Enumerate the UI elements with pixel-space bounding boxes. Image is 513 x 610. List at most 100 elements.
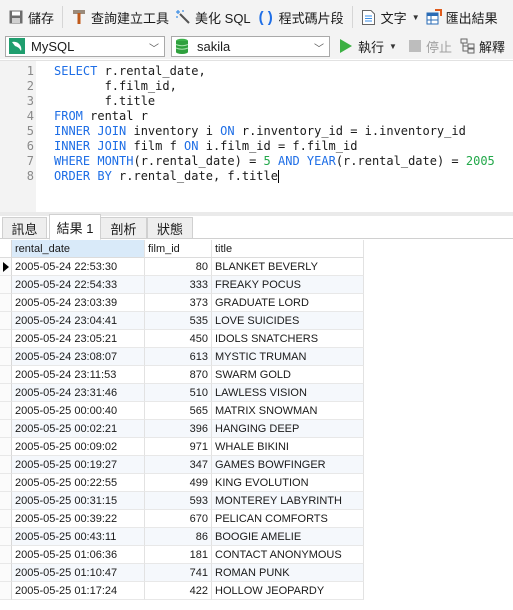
column-header-rental-date[interactable]: rental_date — [12, 240, 145, 258]
cell-title[interactable]: SWARM GOLD — [212, 366, 364, 384]
cell-title[interactable]: MATRIX SNOWMAN — [212, 402, 364, 420]
cell-title[interactable]: MYSTIC TRUMAN — [212, 348, 364, 366]
table-row[interactable]: 2005-05-25 00:31:15 593 MONTEREY LABYRINTH — [0, 492, 364, 510]
row-indicator[interactable] — [0, 384, 12, 402]
code-line[interactable]: 8 ORDER BY r.rental_date, f.title — [0, 169, 495, 184]
cell-rental-date[interactable]: 2005-05-24 23:31:46 — [12, 384, 145, 402]
cell-rental-date[interactable]: 2005-05-25 00:19:27 — [12, 456, 145, 474]
row-indicator[interactable] — [0, 420, 12, 438]
code-snippet-button[interactable]: ( ) 程式碼片段 — [254, 5, 347, 29]
row-indicator[interactable] — [0, 492, 12, 510]
cell-film-id[interactable]: 870 — [145, 366, 212, 384]
cell-title[interactable]: BLANKET BEVERLY — [212, 258, 364, 276]
tab-result-1[interactable]: 結果 1 — [49, 214, 101, 240]
cell-rental-date[interactable]: 2005-05-25 00:43:11 — [12, 528, 145, 546]
table-row[interactable]: 2005-05-24 22:53:30 80 BLANKET BEVERLY — [0, 258, 364, 276]
table-row[interactable]: 2005-05-25 00:09:02 971 WHALE BIKINI — [0, 438, 364, 456]
table-row[interactable]: 2005-05-25 00:00:40 565 MATRIX SNOWMAN — [0, 402, 364, 420]
row-indicator[interactable] — [0, 582, 12, 600]
tab-messages[interactable]: 訊息 — [2, 217, 47, 239]
export-results-button[interactable]: 匯出結果 — [423, 5, 501, 29]
cell-title[interactable]: IDOLS SNATCHERS — [212, 330, 364, 348]
table-row[interactable]: 2005-05-25 00:19:27 347 GAMES BOWFINGER — [0, 456, 364, 474]
cell-rental-date[interactable]: 2005-05-25 00:22:55 — [12, 474, 145, 492]
cell-title[interactable]: WHALE BIKINI — [212, 438, 364, 456]
code-line[interactable]: 2 f.film_id, — [0, 79, 495, 94]
table-row[interactable]: 2005-05-25 00:43:11 86 BOOGIE AMELIE — [0, 528, 364, 546]
cell-title[interactable]: GAMES BOWFINGER — [212, 456, 364, 474]
code-line[interactable]: 4 FROM rental r — [0, 109, 495, 124]
row-indicator[interactable] — [0, 402, 12, 420]
cell-rental-date[interactable]: 2005-05-24 22:53:30 — [12, 258, 145, 276]
row-indicator[interactable] — [0, 276, 12, 294]
cell-title[interactable]: PELICAN COMFORTS — [212, 510, 364, 528]
cell-film-id[interactable]: 593 — [145, 492, 212, 510]
table-row[interactable]: 2005-05-24 22:54:33 333 FREAKY POCUS — [0, 276, 364, 294]
row-indicator[interactable] — [0, 528, 12, 546]
cell-rental-date[interactable]: 2005-05-24 23:04:41 — [12, 312, 145, 330]
cell-film-id[interactable]: 347 — [145, 456, 212, 474]
cell-film-id[interactable]: 510 — [145, 384, 212, 402]
cell-film-id[interactable]: 535 — [145, 312, 212, 330]
cell-rental-date[interactable]: 2005-05-25 00:09:02 — [12, 438, 145, 456]
cell-film-id[interactable]: 86 — [145, 528, 212, 546]
table-row[interactable]: 2005-05-25 00:22:55 499 KING EVOLUTION — [0, 474, 364, 492]
table-row[interactable]: 2005-05-25 01:10:47 741 ROMAN PUNK — [0, 564, 364, 582]
explain-button[interactable]: 解釋 — [460, 37, 505, 56]
table-row[interactable]: 2005-05-24 23:08:07 613 MYSTIC TRUMAN — [0, 348, 364, 366]
cell-title[interactable]: FREAKY POCUS — [212, 276, 364, 294]
table-row[interactable]: 2005-05-25 01:06:36 181 CONTACT ANONYMOUS — [0, 546, 364, 564]
dropdown-arrow-icon[interactable]: ▼ — [412, 13, 420, 22]
cell-rental-date[interactable]: 2005-05-25 00:39:22 — [12, 510, 145, 528]
cell-title[interactable]: KING EVOLUTION — [212, 474, 364, 492]
cell-title[interactable]: GRADUATE LORD — [212, 294, 364, 312]
query-builder-button[interactable]: 查詢建立工具 — [68, 5, 172, 29]
cell-film-id[interactable]: 373 — [145, 294, 212, 312]
cell-title[interactable]: HANGING DEEP — [212, 420, 364, 438]
cell-title[interactable]: ROMAN PUNK — [212, 564, 364, 582]
cell-rental-date[interactable]: 2005-05-24 23:11:53 — [12, 366, 145, 384]
cell-film-id[interactable]: 499 — [145, 474, 212, 492]
row-indicator[interactable] — [0, 546, 12, 564]
code-line[interactable]: 5 INNER JOIN inventory i ON r.inventory_i… — [0, 124, 495, 139]
cell-film-id[interactable]: 565 — [145, 402, 212, 420]
run-button[interactable]: 執行 ▼ — [338, 37, 399, 56]
row-indicator[interactable] — [0, 258, 12, 276]
beautify-sql-button[interactable]: 美化 SQL — [172, 5, 254, 29]
cell-title[interactable]: LOVE SUICIDES — [212, 312, 364, 330]
cell-title[interactable]: MONTEREY LABYRINTH — [212, 492, 364, 510]
code-line[interactable]: 7 WHERE MONTH(r.rental_date) = 5 AND YEAR… — [0, 154, 495, 169]
cell-rental-date[interactable]: 2005-05-24 22:54:33 — [12, 276, 145, 294]
row-indicator[interactable] — [0, 474, 12, 492]
table-row[interactable]: 2005-05-25 01:17:24 422 HOLLOW JEOPARDY — [0, 582, 364, 600]
row-indicator[interactable] — [0, 330, 12, 348]
cell-rental-date[interactable]: 2005-05-25 01:17:24 — [12, 582, 145, 600]
row-indicator[interactable] — [0, 564, 12, 582]
cell-rental-date[interactable]: 2005-05-24 23:03:39 — [12, 294, 145, 312]
cell-film-id[interactable]: 741 — [145, 564, 212, 582]
table-row[interactable]: 2005-05-25 00:02:21 396 HANGING DEEP — [0, 420, 364, 438]
text-mode-button[interactable]: 文字 ▼ — [358, 5, 423, 29]
cell-title[interactable]: BOOGIE AMELIE — [212, 528, 364, 546]
cell-film-id[interactable]: 613 — [145, 348, 212, 366]
row-indicator[interactable] — [0, 456, 12, 474]
stop-button[interactable]: 停止 — [408, 37, 452, 56]
table-row[interactable]: 2005-05-24 23:31:46 510 LAWLESS VISION — [0, 384, 364, 402]
code-line[interactable]: 6 INNER JOIN film f ON i.film_id = f.film… — [0, 139, 495, 154]
cell-film-id[interactable]: 422 — [145, 582, 212, 600]
table-row[interactable]: 2005-05-24 23:04:41 535 LOVE SUICIDES — [0, 312, 364, 330]
row-indicator[interactable] — [0, 510, 12, 528]
cell-rental-date[interactable]: 2005-05-24 23:08:07 — [12, 348, 145, 366]
cell-film-id[interactable]: 396 — [145, 420, 212, 438]
table-row[interactable]: 2005-05-24 23:05:21 450 IDOLS SNATCHERS — [0, 330, 364, 348]
cell-title[interactable]: LAWLESS VISION — [212, 384, 364, 402]
tab-status[interactable]: 狀態 — [147, 217, 193, 239]
connection-select[interactable]: MySQL ﹀ — [5, 35, 165, 57]
row-indicator[interactable] — [0, 366, 12, 384]
code-line[interactable]: 3 f.title — [0, 94, 495, 109]
cell-title[interactable]: CONTACT ANONYMOUS — [212, 546, 364, 564]
cell-rental-date[interactable]: 2005-05-24 23:05:21 — [12, 330, 145, 348]
column-header-title[interactable]: title — [212, 240, 364, 258]
cell-film-id[interactable]: 971 — [145, 438, 212, 456]
cell-film-id[interactable]: 670 — [145, 510, 212, 528]
